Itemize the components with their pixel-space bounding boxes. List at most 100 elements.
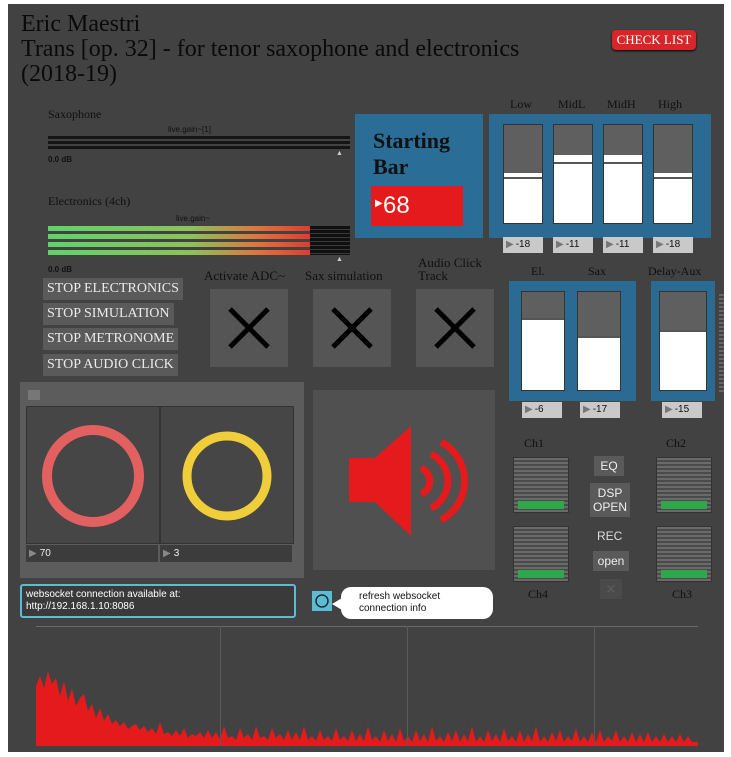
x-icon bbox=[434, 307, 476, 349]
eq-number-low[interactable]: ▶ -18 bbox=[503, 237, 543, 253]
eq-band-label-low: Low bbox=[510, 97, 532, 111]
sax-gain-handle-icon: ▲ bbox=[336, 150, 343, 157]
eq-number-midh[interactable]: ▶ -11 bbox=[603, 237, 643, 253]
number-arrow-icon: ▶ bbox=[375, 198, 383, 209]
eq-toggle-button[interactable]: EQ bbox=[594, 456, 624, 476]
eq-sliders-panel bbox=[489, 114, 711, 238]
right-ring-display bbox=[160, 406, 294, 544]
eq-number-high[interactable]: ▶ -18 bbox=[653, 237, 693, 253]
checklist-button[interactable]: CHECK LIST bbox=[612, 30, 696, 50]
starting-bar-label-2: Bar bbox=[373, 154, 409, 179]
websocket-info-box: websocket connection available at: http:… bbox=[20, 584, 296, 618]
eq-slider-low[interactable] bbox=[503, 124, 543, 224]
meter-label-ch3: Ch3 bbox=[672, 587, 693, 601]
panel-corner-square bbox=[28, 390, 40, 400]
eq-value-low: -18 bbox=[515, 239, 531, 250]
spectrum-top-line bbox=[36, 626, 698, 627]
right-ring-value: 3 bbox=[173, 548, 180, 559]
eq-slider-high[interactable] bbox=[653, 124, 693, 224]
x-icon bbox=[228, 307, 270, 349]
stop-metronome-button[interactable]: STOP METRONOME bbox=[43, 328, 179, 350]
fader-sax[interactable] bbox=[577, 291, 621, 391]
websocket-line-2: http://192.168.1.10:8086 bbox=[26, 601, 135, 612]
dsp-label: DSP bbox=[597, 486, 623, 500]
x-icon bbox=[331, 307, 373, 349]
spectrum-gridline bbox=[407, 626, 408, 746]
el-sax-faders-panel bbox=[509, 281, 636, 401]
speaker-icon bbox=[349, 426, 469, 536]
work-title: Trans [op. 32] - for tenor saxophone and… bbox=[21, 36, 520, 62]
circle-icon bbox=[315, 594, 329, 608]
left-ring-circle bbox=[42, 425, 144, 527]
meter-ch2 bbox=[656, 457, 712, 513]
fader-value-sax: -17 bbox=[592, 404, 608, 415]
left-ring-number[interactable]: ▶ 70 bbox=[26, 545, 158, 562]
stop-simulation-button[interactable]: STOP SIMULATION bbox=[43, 303, 174, 325]
refresh-line-1: refresh websocket bbox=[359, 591, 441, 602]
starting-bar-number-box[interactable]: ▶ 68 bbox=[371, 186, 463, 226]
sax-simulation-toggle[interactable] bbox=[313, 289, 391, 367]
electronics-gain-slider[interactable] bbox=[48, 224, 350, 256]
rings-panel: ▶ 70 ▶ 3 bbox=[20, 382, 304, 578]
left-ring-display bbox=[26, 406, 160, 544]
x-icon: ✕ bbox=[605, 581, 617, 597]
meter-label-ch4: Ch4 bbox=[528, 587, 549, 601]
activate-adc-toggle[interactable] bbox=[210, 289, 288, 367]
spectrum-gridline bbox=[220, 626, 221, 746]
elec-gain-object-name: live.gain~ bbox=[176, 214, 211, 223]
eq-slider-midh[interactable] bbox=[603, 124, 643, 224]
fader-el[interactable] bbox=[521, 291, 565, 391]
rec-toggle[interactable]: ✕ bbox=[600, 579, 622, 599]
meter-label-ch1: Ch1 bbox=[524, 436, 545, 450]
sax-gain-object-name: live.gain~[1] bbox=[168, 125, 211, 134]
saxophone-gain-slider[interactable] bbox=[48, 135, 350, 149]
fader-value-delay-aux: -15 bbox=[674, 404, 690, 415]
spectrum-gridline bbox=[594, 626, 595, 746]
eq-number-midl[interactable]: ▶ -11 bbox=[553, 237, 593, 253]
eq-band-label-midl: MidL bbox=[558, 97, 586, 111]
elec-gain-db: 0.0 dB bbox=[48, 265, 73, 274]
tooltip-pointer bbox=[332, 598, 342, 610]
eq-value-midl: -11 bbox=[565, 239, 580, 250]
checklist-label: CHECK LIST bbox=[616, 32, 692, 47]
speaker-panel[interactable] bbox=[313, 390, 495, 570]
audio-click-track-toggle[interactable] bbox=[416, 289, 494, 367]
sax-gain-db: 0.0 dB bbox=[48, 155, 73, 164]
eq-slider-midl[interactable] bbox=[553, 124, 593, 224]
fader-value-el: -6 bbox=[534, 404, 544, 415]
starting-bar-value: 68 bbox=[383, 192, 410, 219]
refresh-websocket-tooltip: refresh websocket connection info bbox=[341, 587, 493, 619]
fader-label-sax: Sax bbox=[588, 264, 606, 278]
composer-title: Eric Maestri bbox=[21, 11, 141, 37]
scrollbar-handle[interactable] bbox=[719, 294, 724, 394]
toggle-label-sax-sim: Sax simulation bbox=[305, 268, 383, 283]
refresh-line-2: connection info bbox=[359, 603, 427, 614]
dsp-open-button[interactable]: DSP OPEN bbox=[590, 483, 630, 517]
meter-ch3 bbox=[656, 526, 712, 582]
work-years: (2018-19) bbox=[21, 61, 117, 87]
meter-label-ch2: Ch2 bbox=[666, 436, 687, 450]
electronics-gain-label: Electronics (4ch) bbox=[48, 194, 131, 208]
eq-band-label-high: High bbox=[658, 97, 682, 111]
fader-number-el[interactable]: ▶ -6 bbox=[522, 402, 562, 418]
stop-electronics-button[interactable]: STOP ELECTRONICS bbox=[43, 278, 183, 300]
rec-label: REC bbox=[597, 529, 623, 543]
max-patch-window: Eric Maestri Trans [op. 32] - for tenor … bbox=[8, 4, 724, 752]
toggle-label-audio-click: Audio Click Track bbox=[418, 256, 482, 282]
fader-delay-aux[interactable] bbox=[659, 291, 707, 391]
audio-click-label-line2: Track bbox=[418, 268, 448, 283]
spectrum-graph bbox=[36, 671, 698, 746]
eq-band-label-midh: MidH bbox=[607, 97, 636, 111]
meter-ch4 bbox=[513, 526, 569, 582]
fader-number-sax[interactable]: ▶ -17 bbox=[580, 402, 620, 418]
fader-number-delay-aux[interactable]: ▶ -15 bbox=[662, 402, 702, 418]
left-ring-value: 70 bbox=[39, 548, 51, 559]
fader-label-el: El. bbox=[531, 264, 545, 278]
open-button[interactable]: open bbox=[593, 551, 629, 571]
stop-audio-click-button[interactable]: STOP AUDIO CLICK bbox=[43, 354, 178, 376]
right-ring-number[interactable]: ▶ 3 bbox=[160, 545, 292, 562]
fader-label-delay-aux: Delay-Aux bbox=[648, 264, 702, 278]
saxophone-gain-label: Saxophone bbox=[48, 107, 102, 121]
starting-bar-panel: Starting Bar ▶ 68 bbox=[355, 114, 483, 238]
refresh-websocket-button[interactable] bbox=[312, 591, 332, 611]
